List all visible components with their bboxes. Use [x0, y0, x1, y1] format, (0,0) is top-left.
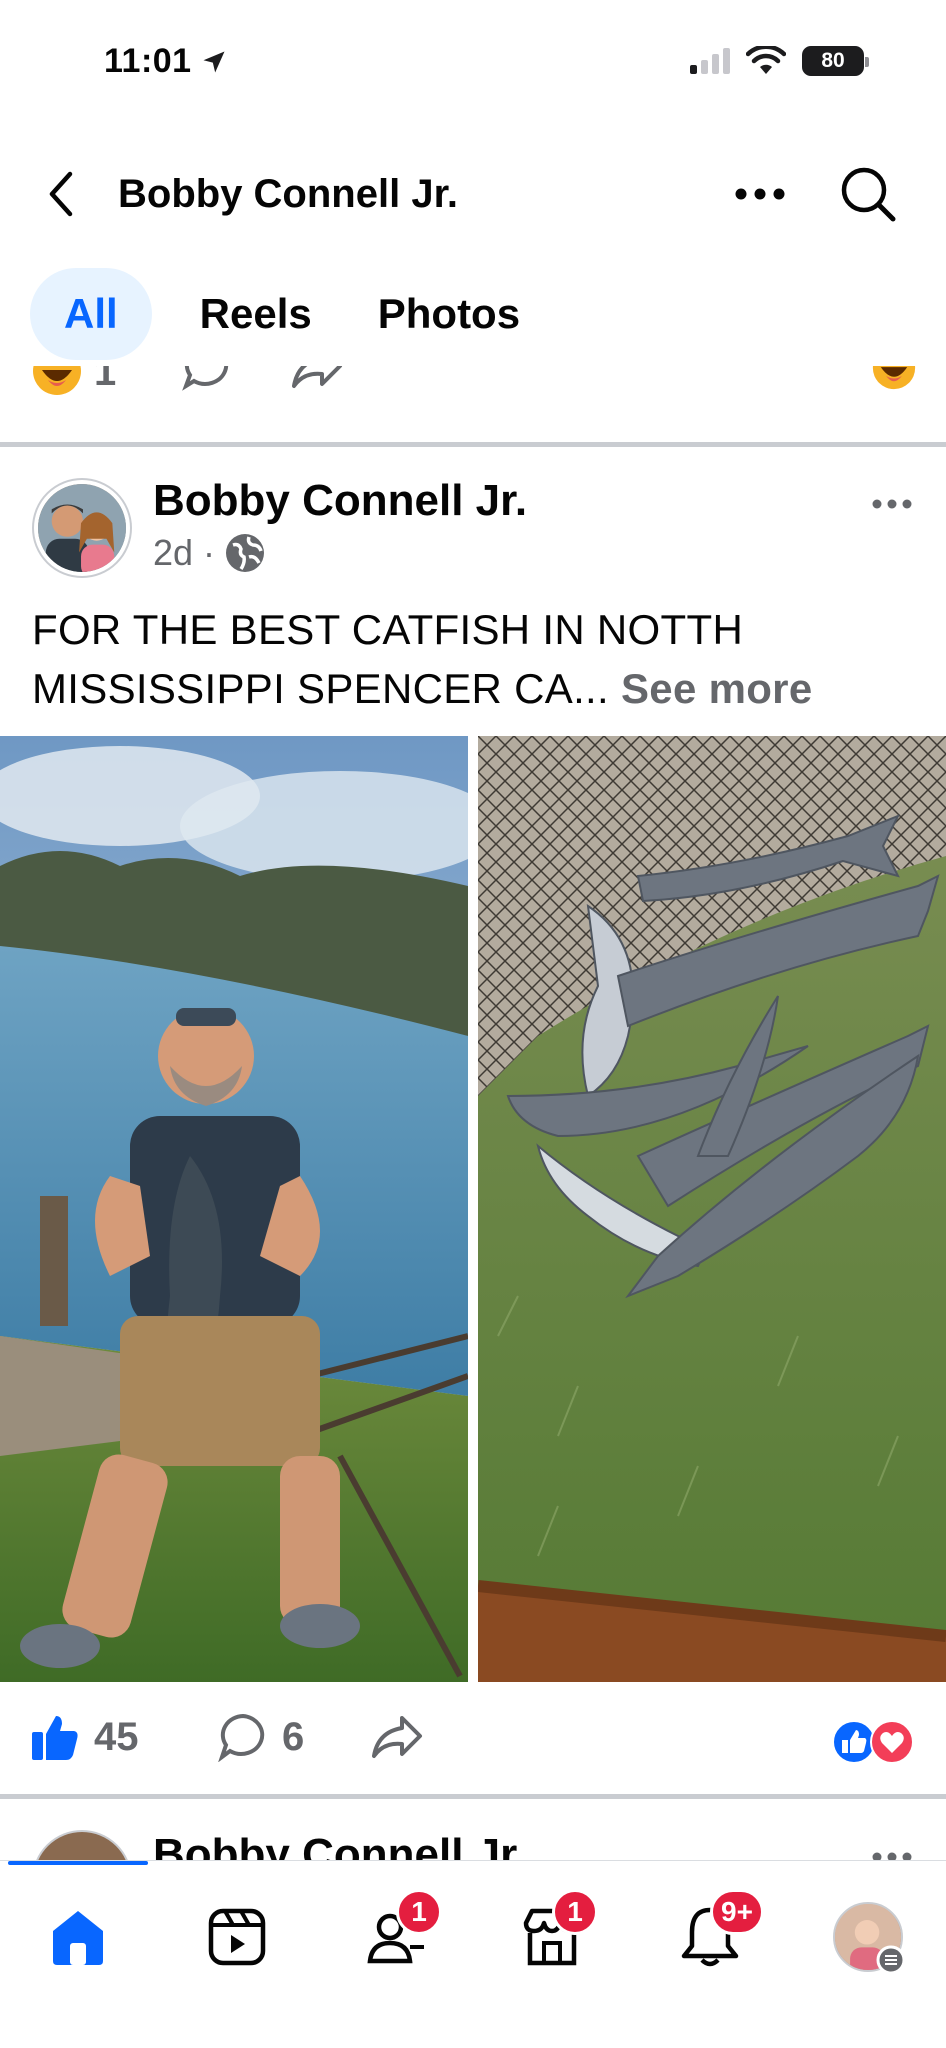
- haha-reaction-icon: [33, 366, 81, 395]
- avatar[interactable]: [32, 1830, 132, 1860]
- status-time-group: 11:01: [104, 42, 228, 81]
- cellular-signal-icon: [690, 48, 730, 74]
- post-header: Bobby Connell Jr. 2d ·: [0, 476, 946, 586]
- more-horizontal-icon: [872, 499, 912, 509]
- next-post-header: Bobby Connell Jr.: [0, 1830, 946, 1860]
- avatar[interactable]: [32, 478, 132, 578]
- status-bar: 11:01 80: [0, 0, 946, 120]
- post-divider: [0, 1794, 946, 1799]
- page-header: Bobby Connell Jr.: [0, 150, 946, 240]
- post-time[interactable]: 2d: [153, 532, 193, 574]
- home-icon: [53, 1911, 103, 1965]
- haha-reaction-icon-right: [872, 366, 916, 390]
- nav-video[interactable]: [197, 1897, 277, 1977]
- reaction-summary[interactable]: [832, 1720, 914, 1764]
- next-post-author[interactable]: Bobby Connell Jr.: [153, 1830, 527, 1860]
- comment-icon[interactable]: [182, 366, 232, 392]
- nav-notifications[interactable]: 9+: [670, 1889, 764, 1977]
- previous-post-actions: 1: [0, 366, 946, 442]
- notifications-badge: 9+: [710, 1889, 764, 1935]
- previous-reaction-count: 1: [94, 366, 117, 394]
- share-icon: [372, 1716, 422, 1758]
- tab-photos[interactable]: Photos: [360, 268, 538, 360]
- globe-icon: [226, 534, 265, 572]
- friends-badge: 1: [396, 1889, 442, 1935]
- status-indicators: 80: [690, 46, 869, 76]
- thumbs-up-icon: [32, 1716, 78, 1760]
- see-more-link[interactable]: See more: [621, 665, 813, 712]
- photo-man-holding-catfish[interactable]: [0, 736, 468, 1682]
- wifi-icon: [746, 46, 786, 74]
- back-button[interactable]: [36, 166, 84, 222]
- post-divider: [0, 442, 946, 447]
- share-button[interactable]: [370, 1712, 424, 1762]
- tab-all[interactable]: All: [30, 268, 152, 360]
- post-actions: 45 6: [0, 1700, 946, 1780]
- status-time: 11:01: [104, 42, 192, 80]
- photo-pile-of-catfish[interactable]: [478, 736, 946, 1682]
- comment-button[interactable]: 6: [218, 1712, 304, 1762]
- like-count: 45: [94, 1714, 139, 1759]
- marketplace-badge: 1: [552, 1889, 598, 1935]
- post-more-button[interactable]: [862, 484, 922, 524]
- chevron-left-icon: [49, 171, 73, 217]
- active-tab-indicator: [8, 1861, 148, 1865]
- profile-tabs: All Reels Photos: [30, 268, 538, 360]
- avatar-image: [38, 484, 126, 572]
- post-author[interactable]: Bobby Connell Jr.: [153, 476, 527, 526]
- love-reaction-icon: [870, 1720, 914, 1764]
- comment-icon: [218, 1713, 265, 1762]
- tab-reels[interactable]: Reels: [182, 268, 330, 360]
- post-meta: 2d ·: [153, 532, 265, 574]
- nav-profile[interactable]: [828, 1897, 908, 1977]
- bottom-navigation: 1 1 9+: [0, 1860, 946, 2048]
- more-horizontal-icon: [735, 188, 785, 200]
- more-options-button[interactable]: [726, 166, 794, 222]
- search-icon: [841, 167, 896, 222]
- menu-badge-icon: [876, 1945, 906, 1975]
- post-photos: [0, 736, 946, 1682]
- share-icon[interactable]: [290, 366, 344, 392]
- nav-home[interactable]: [38, 1897, 118, 1977]
- like-button[interactable]: 45: [30, 1712, 139, 1762]
- meta-separator: ·: [203, 532, 216, 573]
- page-title: Bobby Connell Jr.: [118, 172, 459, 216]
- battery-indicator: 80: [802, 46, 869, 76]
- battery-level: 80: [821, 49, 845, 72]
- nav-friends[interactable]: 1: [356, 1889, 442, 1977]
- comment-count: 6: [282, 1714, 305, 1759]
- search-button[interactable]: [836, 162, 900, 226]
- post-text: FOR THE BEST CATFISH IN NOTTH MISSISSIPP…: [32, 600, 922, 718]
- location-arrow-icon: [203, 51, 225, 72]
- more-horizontal-icon[interactable]: [872, 1852, 912, 1860]
- video-icon: [208, 1908, 266, 1966]
- nav-marketplace[interactable]: 1: [512, 1889, 598, 1977]
